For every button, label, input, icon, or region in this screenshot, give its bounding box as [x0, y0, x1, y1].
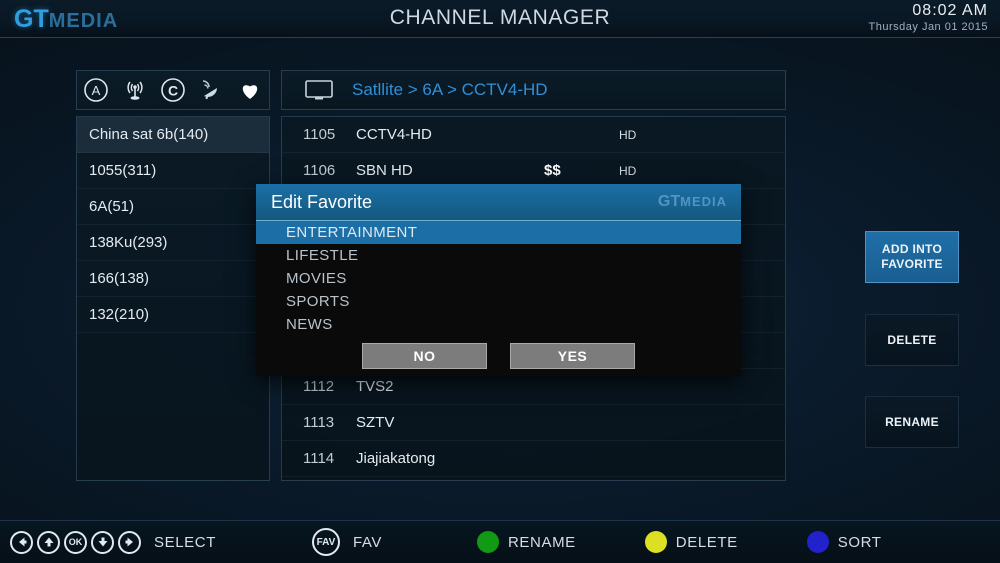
- edit-favorite-dialog: Edit Favorite GTMEDIA ENTERTAINMENT LIFE…: [256, 184, 741, 376]
- tv-icon: [304, 79, 334, 101]
- green-key-label: RENAME: [508, 533, 576, 551]
- arrow-down-icon[interactable]: [91, 530, 114, 554]
- favorite-group-item[interactable]: MOVIES: [256, 267, 741, 290]
- fav-hint-group: FAV FAV: [311, 528, 382, 556]
- channel-name: CCTV4-HD: [356, 126, 432, 143]
- delete-button[interactable]: DELETE: [865, 314, 959, 366]
- yes-button[interactable]: YES: [510, 343, 635, 369]
- yellow-key-hint-group: DELETE: [644, 531, 738, 553]
- green-key-icon[interactable]: [477, 531, 499, 553]
- select-hint-group: OK SELECT: [10, 530, 216, 554]
- channel-number: 1105: [303, 126, 336, 143]
- arrow-right-icon[interactable]: [118, 530, 141, 554]
- clock-date: Thursday Jan 01 2015: [868, 21, 988, 33]
- app-header: GTMEDIA CHANNEL MANAGER 08:02 AM Thursda…: [0, 0, 1000, 38]
- ok-key-icon[interactable]: OK: [64, 530, 87, 554]
- dialog-header: Edit Favorite GTMEDIA: [256, 184, 741, 221]
- rename-button[interactable]: RENAME: [865, 396, 959, 448]
- channel-name: Jiajiakatong: [356, 450, 436, 467]
- satellite-list-item[interactable]: 132(210): [77, 297, 269, 333]
- dialog-gtmedia-logo: GTMEDIA: [658, 193, 727, 211]
- dialog-logo-gt-text: GT: [657, 193, 681, 210]
- no-button[interactable]: NO: [362, 343, 487, 369]
- blue-key-hint-group: SORT: [806, 531, 882, 553]
- satellite-list-item[interactable]: 6A(51): [77, 189, 269, 225]
- satellite-dish-icon[interactable]: [196, 75, 226, 105]
- table-row[interactable]: 1105 CCTV4-HD HD: [282, 117, 785, 153]
- arrow-up-icon[interactable]: [37, 530, 60, 554]
- favorite-group-item[interactable]: ENTERTAINMENT: [256, 221, 741, 244]
- fav-hint-label: FAV: [352, 533, 382, 551]
- dialog-button-row: NO YES: [256, 343, 741, 369]
- dialog-title: Edit Favorite: [271, 191, 373, 212]
- table-row[interactable]: 1114 Jiajiakatong: [282, 441, 785, 477]
- select-hint-label: SELECT: [154, 533, 216, 551]
- green-key-hint-group: RENAME: [477, 531, 576, 553]
- blue-key-label: SORT: [837, 533, 882, 551]
- scrambled-channels-icon[interactable]: C: [158, 75, 188, 105]
- svg-text:A: A: [92, 83, 101, 98]
- channel-number: 1113: [303, 414, 335, 431]
- breadcrumb-bar: Satllite > 6A > CCTV4-HD: [281, 70, 786, 110]
- svg-text:C: C: [168, 83, 178, 99]
- favorite-group-item[interactable]: SPORTS: [256, 290, 741, 313]
- breadcrumb: Satllite > 6A > CCTV4-HD: [352, 80, 548, 99]
- page-title: CHANNEL MANAGER: [389, 6, 611, 29]
- clock: 08:02 AM Thursday Jan 01 2015: [869, 2, 988, 33]
- fav-key-icon[interactable]: FAV: [311, 528, 340, 556]
- all-channels-icon[interactable]: A: [81, 75, 111, 105]
- satellite-list-item[interactable]: 1055(311): [77, 153, 269, 189]
- yellow-key-icon[interactable]: [644, 531, 667, 553]
- blue-key-icon[interactable]: [806, 531, 829, 553]
- channel-filter-bar: A C: [76, 70, 270, 110]
- clock-time: 08:02 AM: [912, 2, 988, 19]
- channel-quality-badge: HD: [619, 128, 637, 142]
- dialog-logo-media-text: MEDIA: [680, 194, 727, 209]
- favorite-group-item[interactable]: NEWS: [256, 313, 741, 336]
- favorite-group-item[interactable]: LIFESTLE: [256, 244, 741, 267]
- antenna-icon[interactable]: [120, 75, 150, 105]
- channel-number: 1114: [303, 450, 335, 467]
- channel-name: SZTV: [356, 414, 395, 431]
- add-into-favorite-button[interactable]: ADD INTO FAVORITE: [865, 231, 959, 283]
- satellite-list-item[interactable]: 166(138): [77, 261, 269, 297]
- satellite-list-item[interactable]: China sat 6b(140): [77, 117, 269, 153]
- yellow-key-label: DELETE: [675, 533, 738, 551]
- dialog-body: ENTERTAINMENT LIFESTLE MOVIES SPORTS NEW…: [256, 221, 741, 376]
- channel-manager-screen: GTMEDIA CHANNEL MANAGER 08:02 AM Thursda…: [0, 0, 1000, 563]
- arrow-left-icon[interactable]: [10, 530, 33, 554]
- satellite-list-item[interactable]: 138Ku(293): [77, 225, 269, 261]
- satellite-list-panel[interactable]: China sat 6b(140) 1055(311) 6A(51) 138Ku…: [76, 116, 270, 481]
- favorite-heart-icon[interactable]: [235, 75, 265, 105]
- bottom-hint-bar: OK SELECT FAV FAV RENAME DELETE SORT: [0, 520, 1000, 563]
- table-row[interactable]: 1113 SZTV: [282, 405, 785, 441]
